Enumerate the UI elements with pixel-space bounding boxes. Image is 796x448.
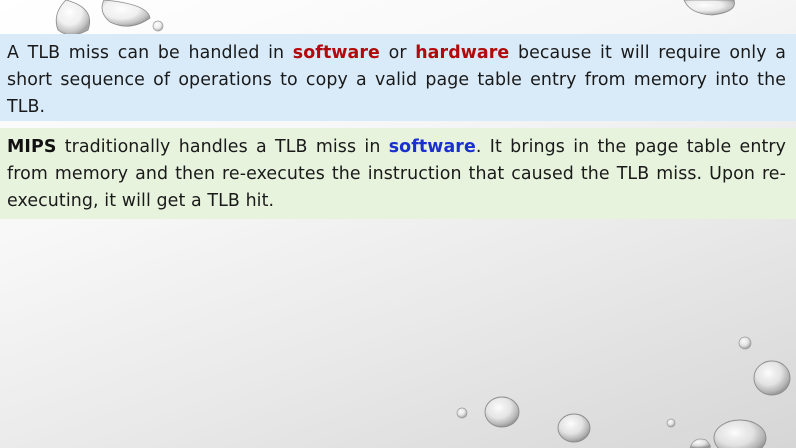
droplet-bottom-mid [484,396,520,428]
droplet-top-small [152,20,164,32]
droplet-top-left [55,0,91,36]
software-emphasis: software [292,43,380,63]
tlb-miss-paragraph: A TLB miss can be handled in software or… [0,34,796,121]
paragraph1-text-start: A TLB miss can be handled in [7,43,293,63]
mips-emphasis: MIPS [7,137,57,157]
software-emphasis-blue: software [388,137,476,157]
droplet-right-large [753,360,791,396]
droplet-bottom-edge [689,438,711,448]
droplet-right-tiny [738,336,752,350]
droplet-bottom-small [456,407,468,419]
hardware-emphasis: hardware [415,43,510,63]
mips-paragraph: MIPS traditionally handles a TLB miss in… [0,128,796,219]
droplet-bottom-center [557,413,591,443]
droplet-bottom-right [713,419,767,448]
paragraph1-text-or: or [379,43,416,63]
droplet-top-mid [101,0,151,27]
paragraph2-text-start: traditionally handles a TLB miss in [56,137,389,157]
slide: A TLB miss can be handled in software or… [0,0,796,448]
droplet-bottom-tiny [666,418,676,428]
droplet-top-right [683,0,735,16]
